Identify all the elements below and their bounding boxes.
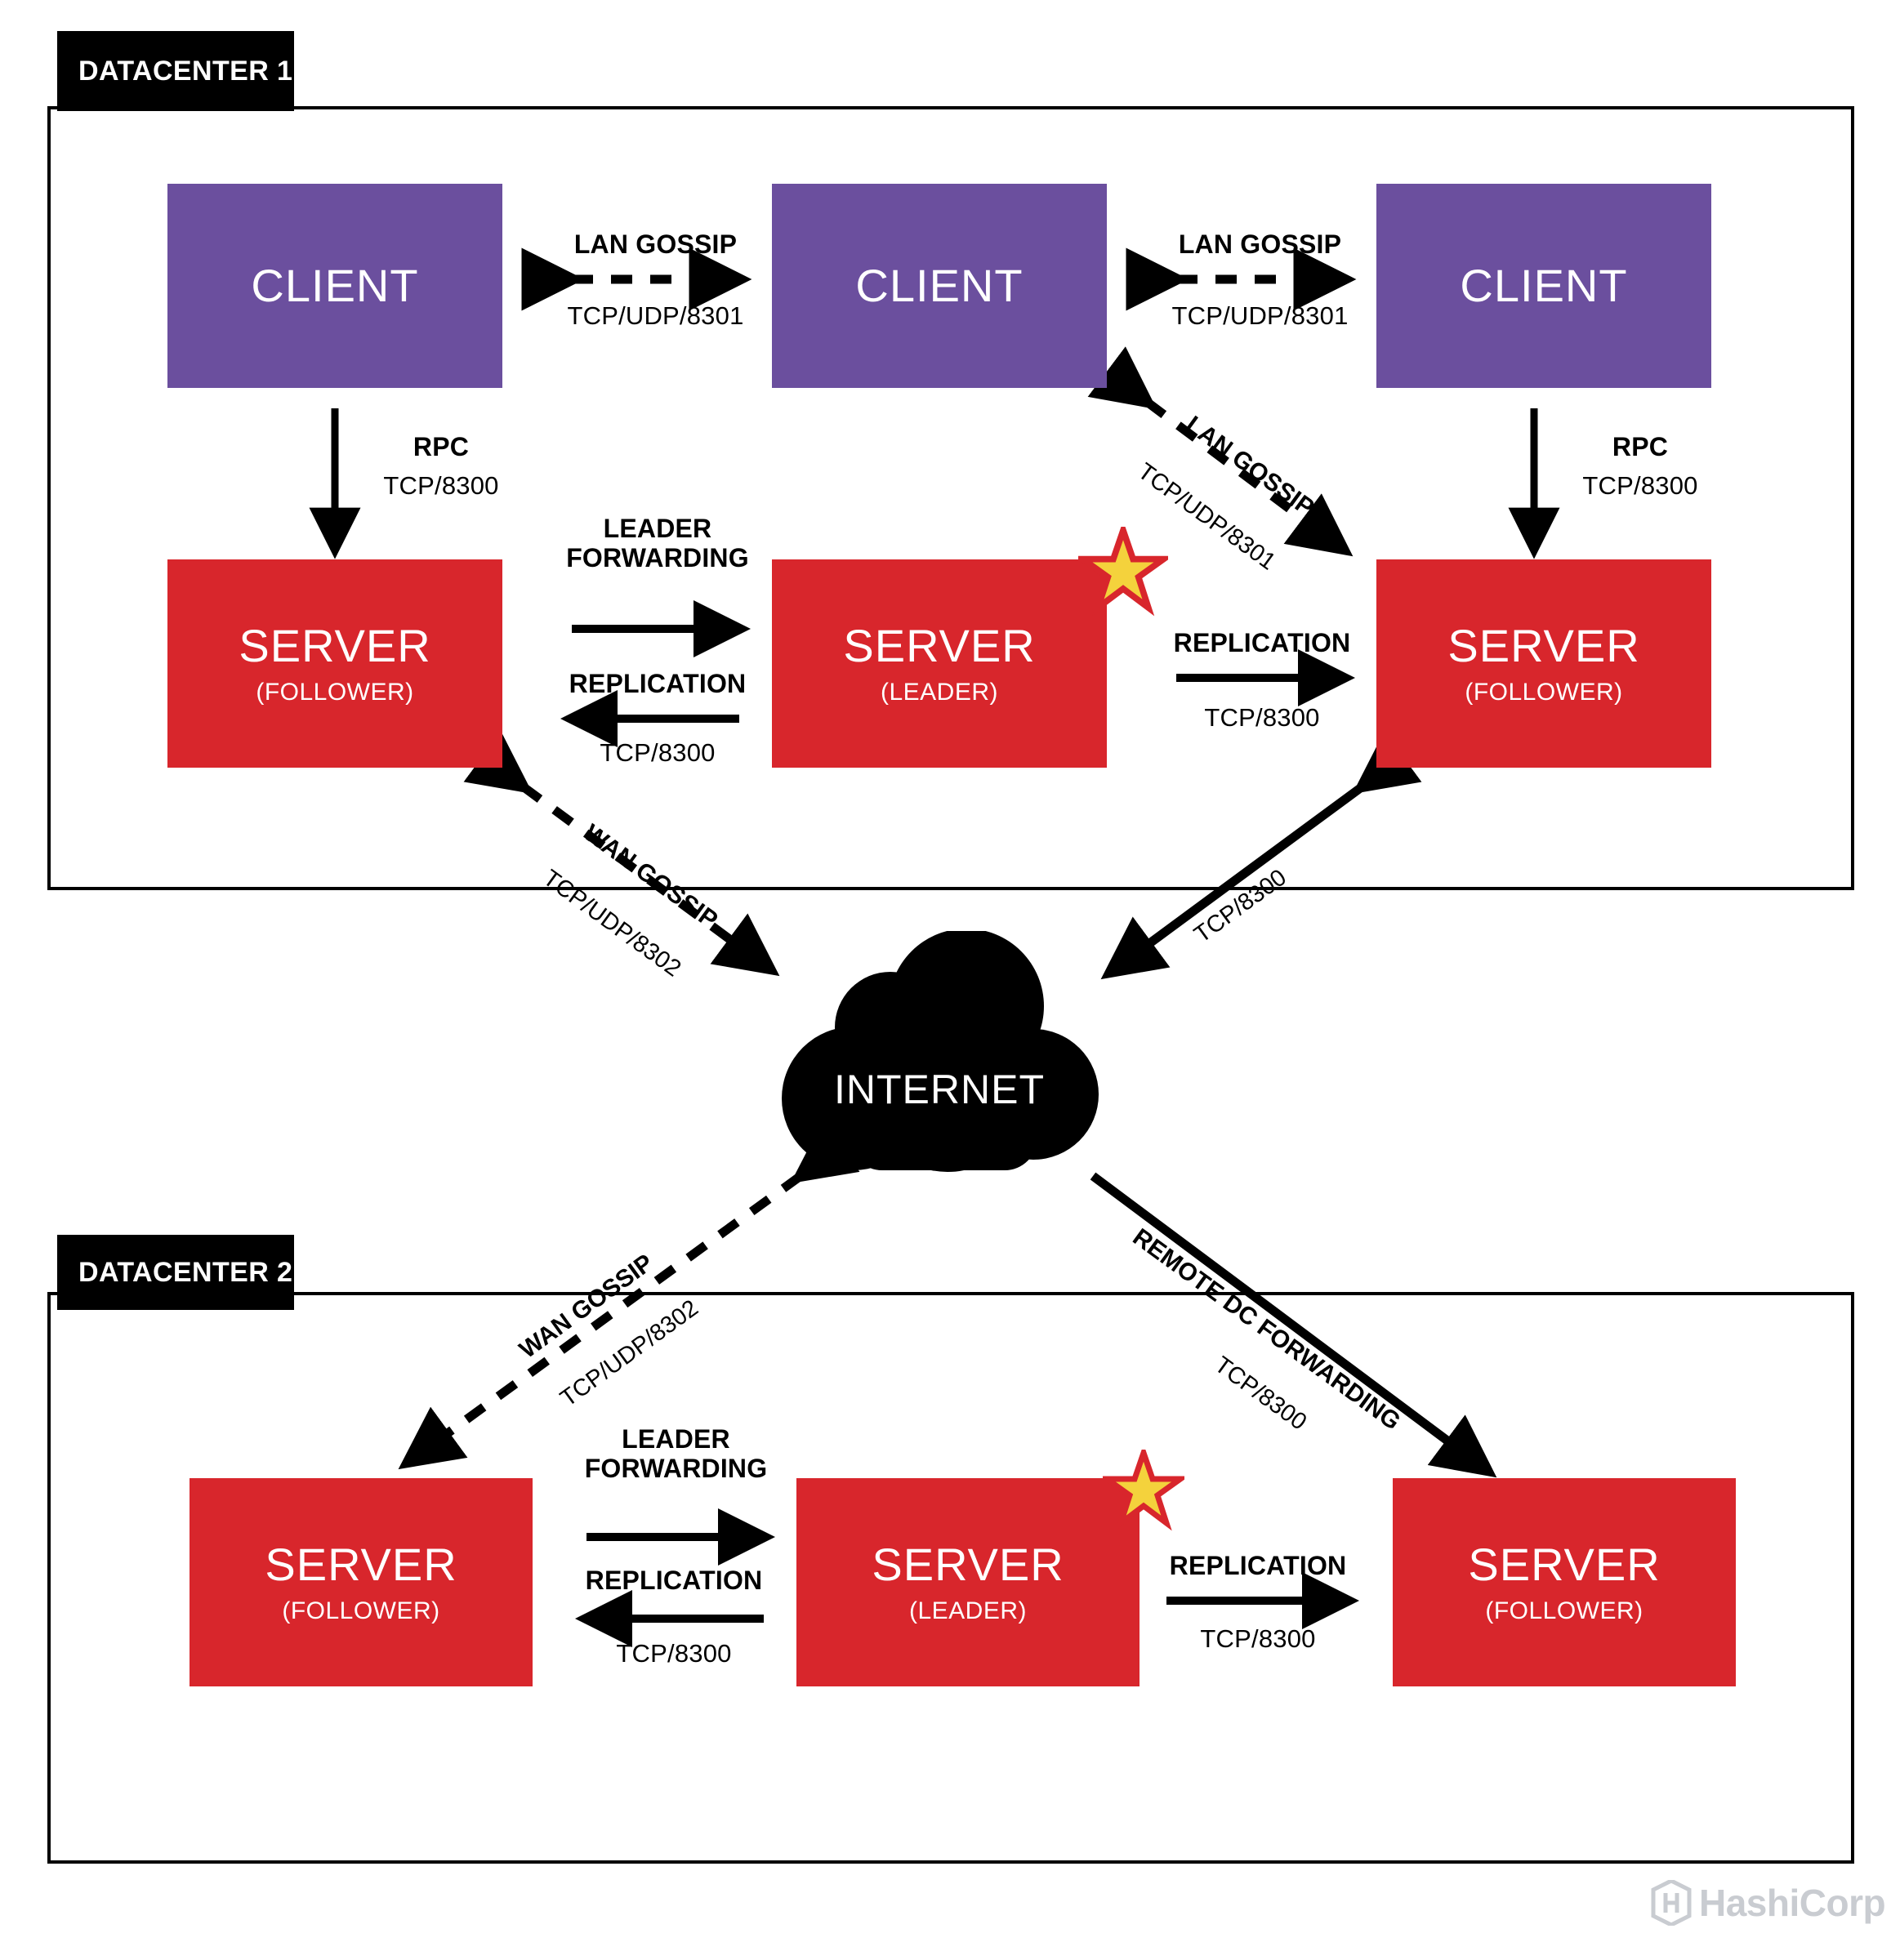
dc1-leader-forwarding-title: LEADER FORWARDING [566, 514, 749, 572]
dc1-client-1[interactable]: CLIENT [167, 184, 502, 388]
hashicorp-logo-text: HashiCorp [1699, 1882, 1886, 1924]
internet-label: INTERNET [834, 1067, 1045, 1112]
dc1-client-2-label: CLIENT [855, 260, 1024, 311]
dc1-server-2-label: SERVER [843, 619, 1036, 671]
dc1-rpc-right-title: RPC [1612, 432, 1669, 461]
dc2-replication-right-port: TCP/8300 [1200, 1624, 1316, 1653]
dc2-server-follower-1[interactable]: SERVER (FOLLOWER) [190, 1478, 533, 1686]
dc1-lan-gossip-2-port: TCP/UDP/8301 [1171, 301, 1349, 330]
dc1-leader-star-icon [1078, 527, 1168, 617]
dc2-replication-left-port: TCP/8300 [616, 1639, 732, 1668]
dc1-rpc-left-title: RPC [413, 432, 470, 461]
dc1-replication-right-title: REPLICATION [1173, 628, 1351, 657]
cloud-icon [782, 929, 1099, 1172]
dc2-leader-forwarding-title: LEADER FORWARDING [584, 1424, 768, 1483]
dc2-server-2-label: SERVER [872, 1538, 1064, 1590]
dc2-server-1-label: SERVER [265, 1538, 457, 1590]
dc1-client-2[interactable]: CLIENT [772, 184, 1107, 388]
dc2-server-3-label: SERVER [1468, 1538, 1661, 1590]
dc2-replication-right-title: REPLICATION [1169, 1551, 1347, 1580]
dc1-client-3-label: CLIENT [1460, 260, 1628, 311]
dc2-server-leader[interactable]: SERVER (LEADER) [796, 1478, 1140, 1686]
datacenter-2-tab: DATACENTER 2 [57, 1235, 294, 1310]
dc1-server-follower-2[interactable]: SERVER (FOLLOWER) [1376, 559, 1711, 768]
hashicorp-mark-icon [1651, 1880, 1692, 1926]
dc1-replication-left-title: REPLICATION [569, 669, 747, 698]
dc1-rpc-left-port: TCP/8300 [383, 471, 499, 500]
datacenter-1-tab-label: DATACENTER 1 [78, 55, 293, 87]
dc1-server-leader[interactable]: SERVER (LEADER) [772, 559, 1107, 768]
internet-cloud: INTERNET [764, 929, 1115, 1176]
datacenter-2-tab-label: DATACENTER 2 [78, 1256, 293, 1288]
dc1-rpc-right-port: TCP/8300 [1582, 471, 1698, 500]
dc1-server-3-role: (FOLLOWER) [1465, 678, 1623, 706]
hashicorp-logo: HashiCorp [1650, 1880, 1886, 1926]
dc1-lan-gossip-1-port: TCP/UDP/8301 [567, 301, 744, 330]
dc2-server-3-role: (FOLLOWER) [1485, 1597, 1643, 1624]
dc2-server-1-role: (FOLLOWER) [282, 1597, 440, 1624]
dc1-replication-left-port: TCP/8300 [600, 738, 716, 767]
diagram-canvas: DATACENTER 1 CLIENT CLIENT CLIENT SERVER… [0, 0, 1891, 1960]
datacenter-1-tab: DATACENTER 1 [57, 31, 294, 111]
dc2-leader-star-icon [1103, 1450, 1184, 1531]
dc1-lan-gossip-1-title: LAN GOSSIP [573, 229, 738, 259]
dc1-server-follower-1[interactable]: SERVER (FOLLOWER) [167, 559, 502, 768]
dc1-server-1-label: SERVER [239, 619, 431, 671]
dc2-server-follower-2[interactable]: SERVER (FOLLOWER) [1393, 1478, 1736, 1686]
dc2-replication-left-title: REPLICATION [585, 1566, 763, 1595]
dc1-replication-right-port: TCP/8300 [1204, 703, 1320, 732]
dc1-client-3[interactable]: CLIENT [1376, 184, 1711, 388]
dc1-server-2-role: (LEADER) [880, 678, 999, 706]
dc1-lan-gossip-2-title: LAN GOSSIP [1178, 229, 1342, 259]
dc1-server-3-label: SERVER [1447, 619, 1640, 671]
dc1-server-1-role: (FOLLOWER) [256, 678, 414, 706]
dc1-client-1-label: CLIENT [251, 260, 419, 311]
dc2-server-2-role: (LEADER) [908, 1597, 1028, 1624]
